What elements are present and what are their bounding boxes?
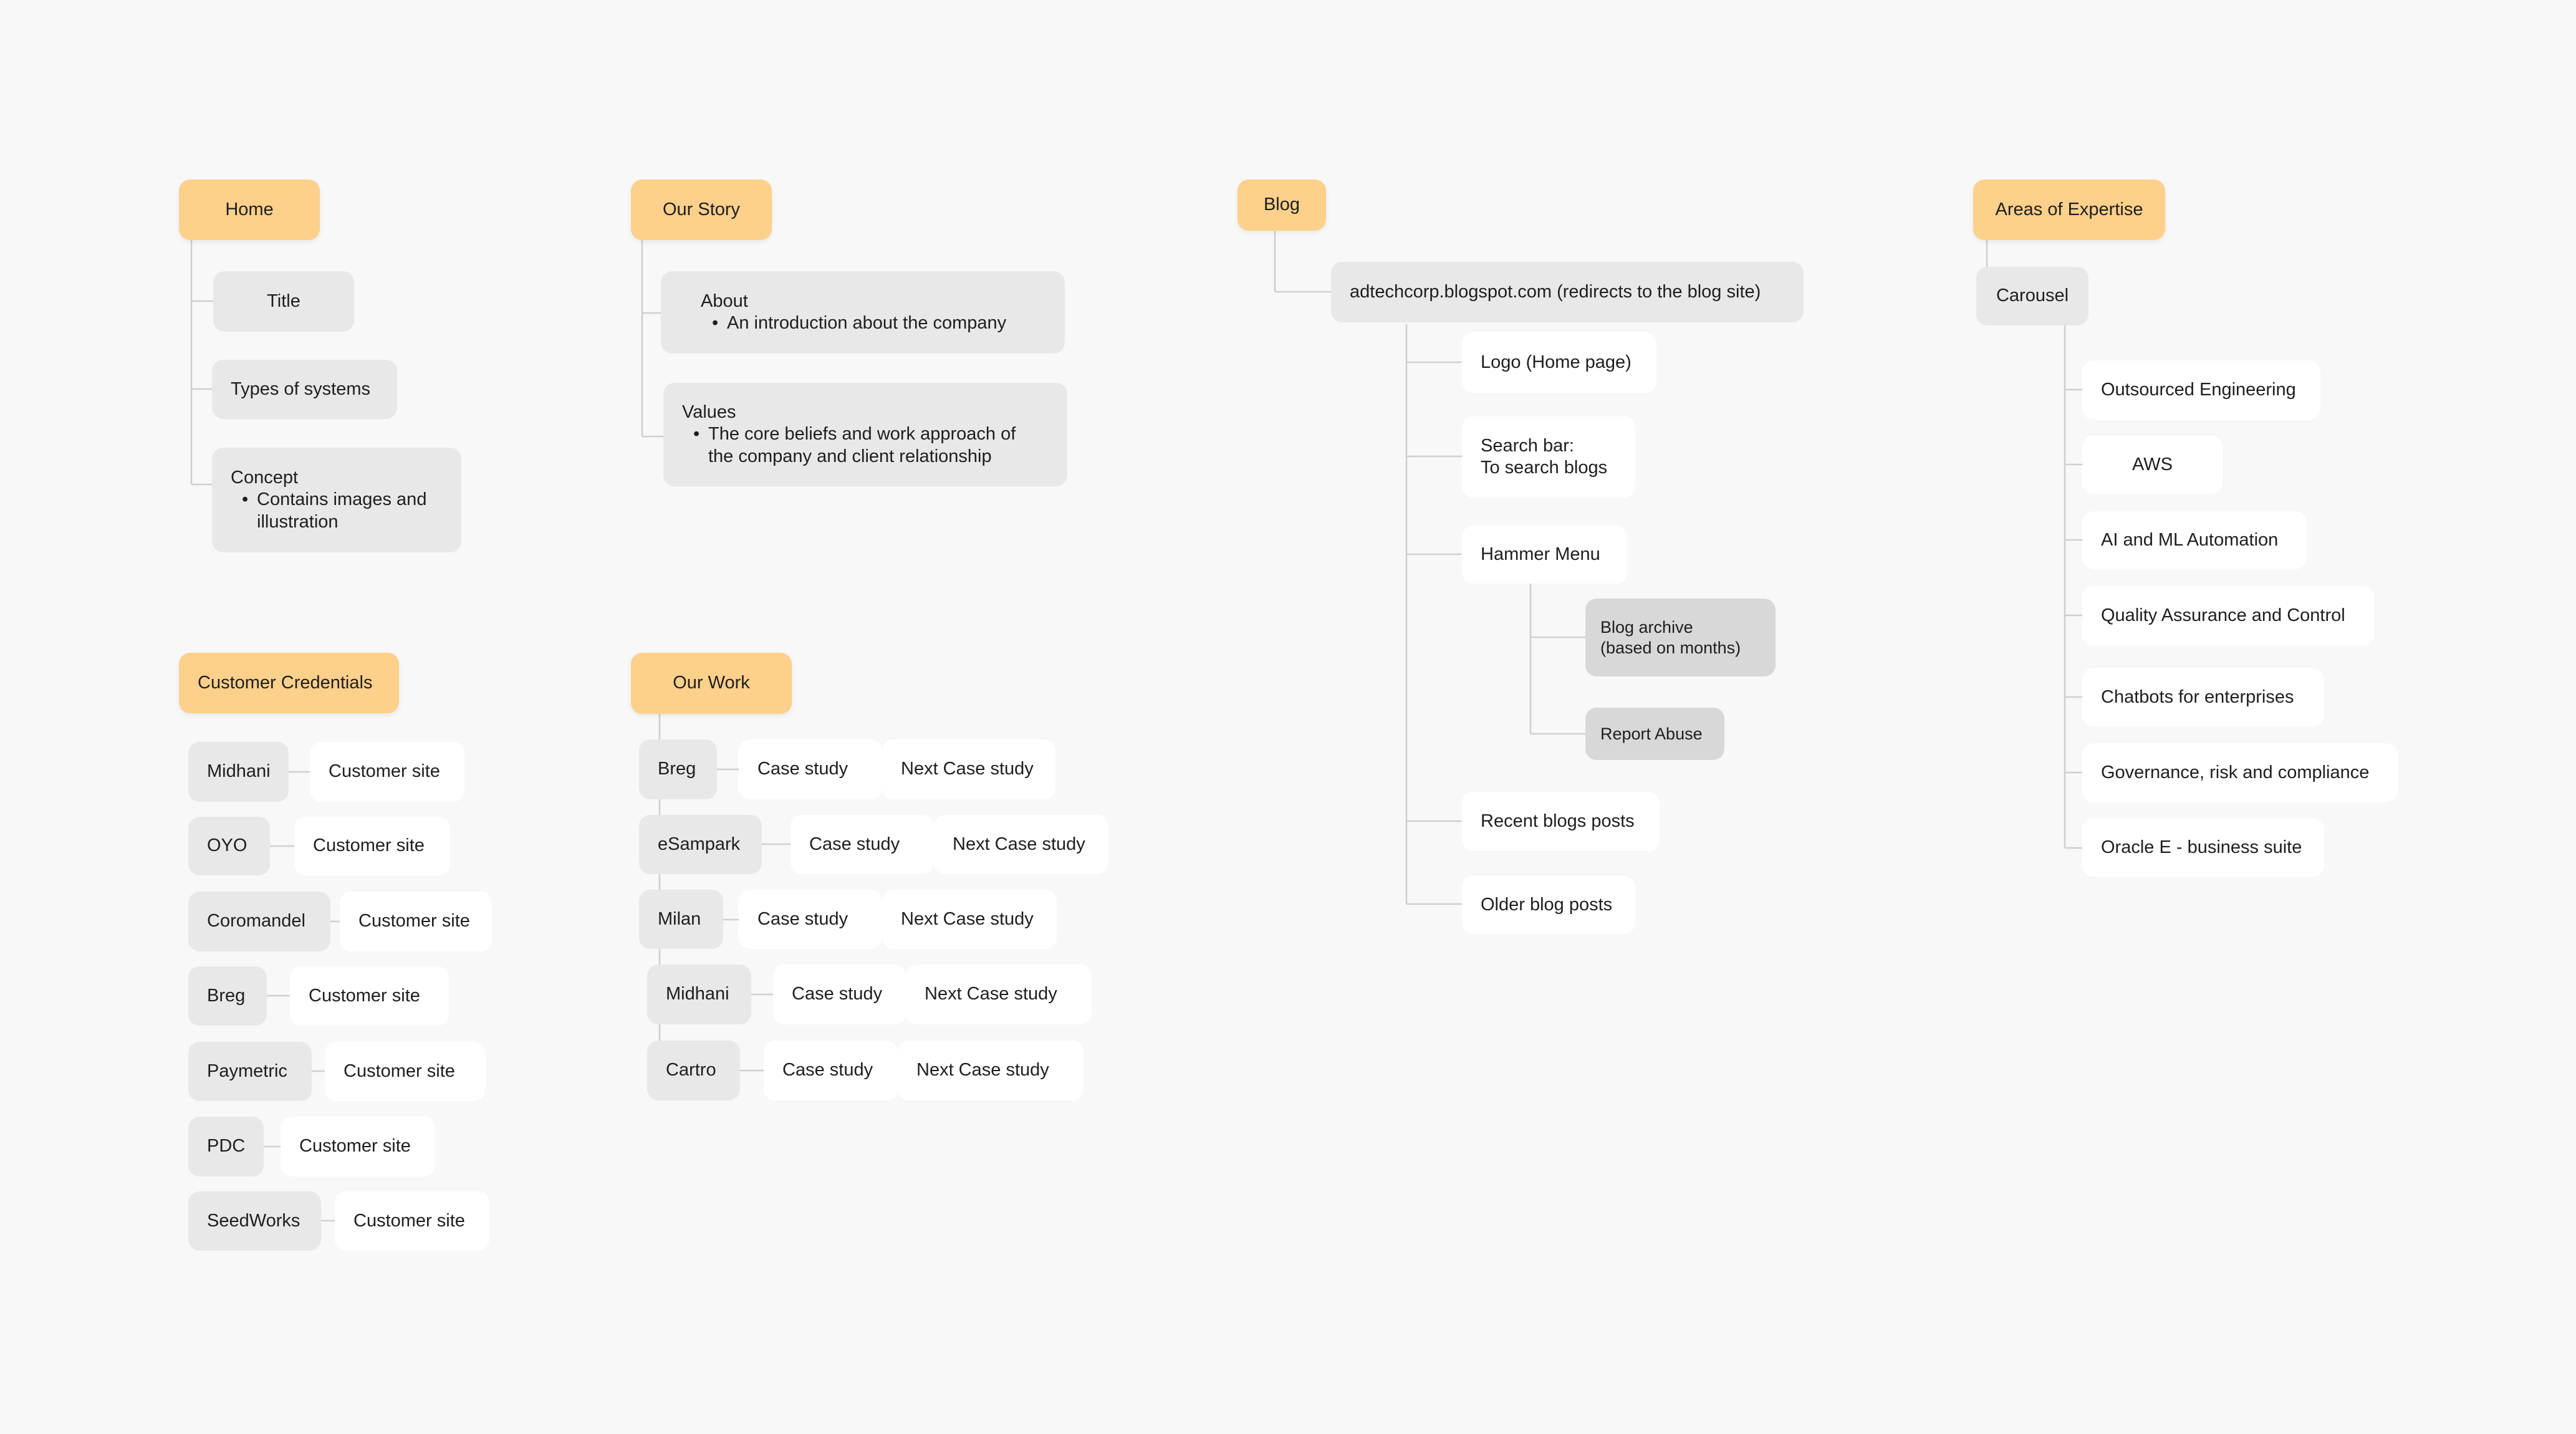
customer-site-link[interactable]: Customer site (310, 742, 464, 802)
older-posts-node[interactable]: Older blog posts (1462, 876, 1635, 934)
concept-label: Concept (231, 467, 299, 488)
about-line-1: An introduction about the company (701, 312, 1046, 335)
blog-search-node[interactable]: Search bar: To search blogs (1462, 416, 1635, 498)
about-node[interactable]: About An introduction about the company (661, 271, 1065, 354)
home-concept-node[interactable]: Concept Contains images and illustration (212, 448, 461, 552)
case-study-link[interactable]: Case study (791, 815, 934, 874)
our-story-node[interactable]: Our Story (631, 180, 772, 240)
blog-site-node[interactable]: adtechcorp.blogspot.com (redirects to th… (1331, 262, 1804, 322)
work-name-esampark[interactable]: eSampark (639, 815, 762, 874)
case-study-link[interactable]: Case study (773, 965, 906, 1024)
sitemap-canvas: Home Title Types of systems Concept Cont… (0, 0, 2576, 1434)
customer-name-coromandel[interactable]: Coromandel (188, 892, 330, 951)
case-study-link[interactable]: Case study (739, 890, 882, 949)
our-work-node[interactable]: Our Work (631, 653, 792, 714)
search-label: Search bar: (1481, 435, 1574, 456)
expertise-item-aws[interactable]: AWS (2082, 436, 2223, 494)
next-case-study-link[interactable]: Next Case study (906, 965, 1092, 1024)
next-case-study-link[interactable]: Next Case study (898, 1041, 1084, 1100)
expertise-item-outsourced[interactable]: Outsourced Engineering (2082, 360, 2320, 420)
expertise-item-governance[interactable]: Governance, risk and compliance (2082, 743, 2397, 802)
customer-name-midhani[interactable]: Midhani (188, 742, 289, 802)
search-detail: To search blogs (1481, 458, 1608, 478)
work-name-cartro[interactable]: Cartro (647, 1041, 740, 1100)
next-case-study-link[interactable]: Next Case study (882, 739, 1055, 799)
customer-site-link[interactable]: Customer site (325, 1042, 485, 1101)
case-study-link[interactable]: Case study (764, 1041, 898, 1100)
recent-posts-node[interactable]: Recent blogs posts (1462, 792, 1660, 851)
customer-name-seedworks[interactable]: SeedWorks (188, 1191, 321, 1251)
customer-site-link[interactable]: Customer site (281, 1117, 435, 1177)
expertise-node[interactable]: Areas of Expertise (1973, 180, 2165, 240)
customer-site-link[interactable]: Customer site (294, 817, 450, 875)
concept-line-1: Contains images and (231, 489, 443, 511)
work-name-milan[interactable]: Milan (639, 890, 723, 949)
expertise-item-qa[interactable]: Quality Assurance and Control (2082, 586, 2374, 645)
blog-archive-node[interactable]: Blog archive (based on months) (1585, 599, 1776, 676)
customer-name-breg[interactable]: Breg (188, 966, 267, 1026)
customer-site-link[interactable]: Customer site (340, 892, 492, 951)
hammer-menu-node[interactable]: Hammer Menu (1462, 526, 1627, 584)
about-label: About (701, 291, 748, 311)
blog-node[interactable]: Blog (1238, 180, 1326, 231)
expertise-item-chatbots[interactable]: Chatbots for enterprises (2082, 668, 2324, 726)
customer-name-oyo[interactable]: OYO (188, 817, 270, 875)
blog-logo-node[interactable]: Logo (Home page) (1462, 332, 1656, 393)
case-study-link[interactable]: Case study (739, 739, 882, 799)
home-title-node[interactable]: Title (213, 271, 354, 332)
customer-name-pdc[interactable]: PDC (188, 1117, 264, 1177)
next-case-study-link[interactable]: Next Case study (934, 815, 1108, 874)
expertise-item-ai-ml[interactable]: AI and ML Automation (2082, 511, 2307, 569)
home-types-node[interactable]: Types of systems (212, 360, 397, 419)
customer-credentials-node[interactable]: Customer Credentials (179, 653, 399, 713)
report-abuse-node[interactable]: Report Abuse (1585, 708, 1724, 760)
values-label: Values (682, 402, 736, 422)
values-node[interactable]: Values The core beliefs and work approac… (663, 383, 1067, 486)
carousel-node[interactable]: Carousel (1976, 267, 2088, 325)
concept-line-2: illustration (257, 511, 339, 532)
customer-site-link[interactable]: Customer site (335, 1191, 489, 1251)
customer-name-paymetric[interactable]: Paymetric (188, 1042, 312, 1101)
expertise-item-oracle[interactable]: Oracle E - business suite (2082, 819, 2324, 877)
work-name-midhani[interactable]: Midhani (647, 965, 751, 1024)
next-case-study-link[interactable]: Next Case study (882, 890, 1057, 949)
home-node[interactable]: Home (179, 180, 320, 240)
values-line-2: the company and client relationship (708, 446, 992, 466)
work-name-breg[interactable]: Breg (639, 739, 717, 799)
archive-label: Blog archive (1600, 617, 1693, 637)
archive-detail: (based on months) (1600, 638, 1741, 657)
values-line-1: The core beliefs and work approach of (682, 423, 1049, 446)
customer-site-link[interactable]: Customer site (290, 966, 449, 1026)
